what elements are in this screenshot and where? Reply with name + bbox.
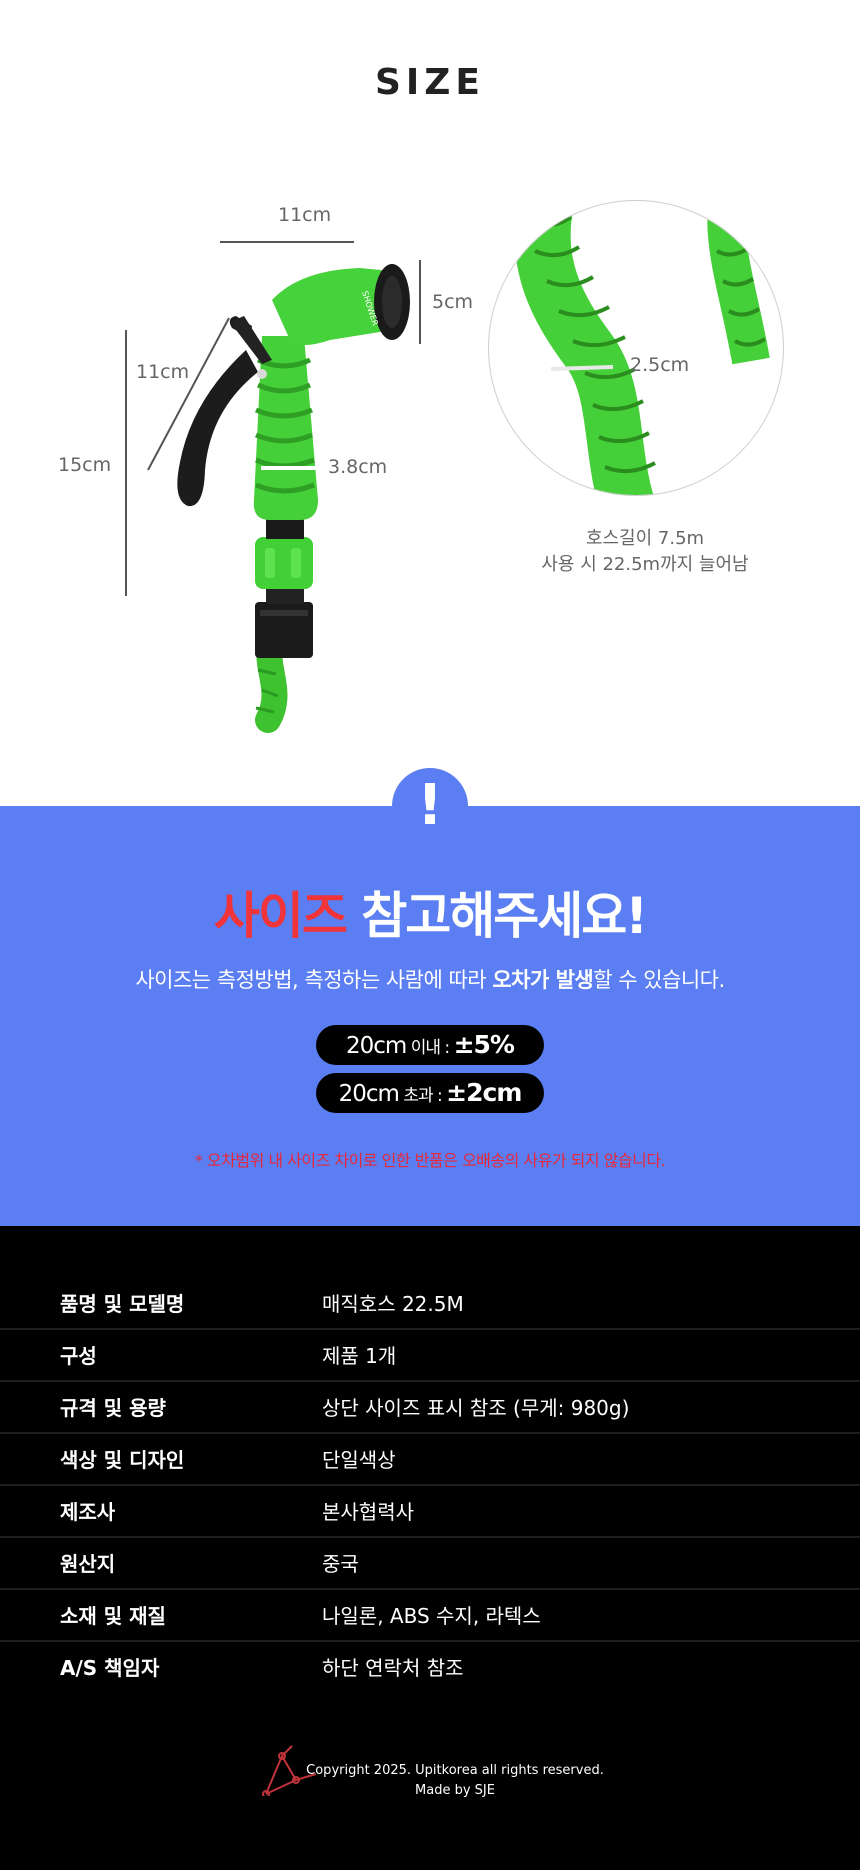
- product-spec-table: 품명 및 모델명 매직호스 22.5M 구성 제품 1개 규격 및 용량 상단 …: [0, 1278, 860, 1694]
- tolerance-size: 20cm: [346, 1033, 407, 1059]
- tolerance-cond: 초과 :: [398, 1086, 447, 1106]
- spec-label: 구성: [60, 1344, 97, 1368]
- dim-line-grip: [261, 466, 319, 470]
- spec-label: 품명 및 모델명: [60, 1292, 185, 1316]
- product-detail-page: SIZE SHOWER FLAT 11cm 5cm 11cm 15cm 3.8c…: [0, 0, 860, 1870]
- dim-label-total-height: 15cm: [58, 454, 112, 476]
- dim-label-grip: 3.8cm: [328, 456, 388, 478]
- notice-description: 사이즈는 측정방법, 측정하는 사람에 따라 오차가 발생할 수 있습니다.: [0, 964, 860, 994]
- table-row: 색상 및 디자인 단일색상: [0, 1434, 860, 1486]
- table-row: 규격 및 용량 상단 사이즈 표시 참조 (무게: 980g): [0, 1382, 860, 1434]
- spec-value: 상단 사이즈 표시 참조 (무게: 980g): [322, 1396, 630, 1420]
- hose-caption-line2: 사용 시 22.5m까지 늘어남: [541, 554, 749, 575]
- spec-label: 규격 및 용량: [60, 1396, 166, 1420]
- tolerance-value: ±5%: [453, 1030, 515, 1059]
- tolerance-value: ±2cm: [446, 1078, 522, 1107]
- dim-label-hose: 2.5cm: [630, 354, 690, 376]
- table-row: A/S 책임자 하단 연락처 참조: [0, 1642, 860, 1694]
- spec-value: 매직호스 22.5M: [322, 1292, 464, 1316]
- notice-headline: 사이즈 참고해주세요!: [0, 876, 860, 948]
- hose-closeup-image: [488, 200, 784, 496]
- spec-label: 원산지: [60, 1552, 116, 1576]
- tolerance-pill-within: 20cm 이내 : ±5%: [316, 1025, 544, 1065]
- spec-label: 색상 및 디자인: [60, 1448, 185, 1472]
- table-row: 제조사 본사협력사: [0, 1486, 860, 1538]
- hose-length-caption: 호스길이 7.5m 사용 시 22.5m까지 늘어남: [520, 526, 770, 578]
- notice-headline-red: 사이즈: [213, 887, 348, 945]
- notice-desc-suffix: 할 수 있습니다.: [593, 968, 725, 992]
- spec-value: 나일론, ABS 수지, 라텍스: [322, 1604, 541, 1628]
- spec-label: A/S 책임자: [60, 1656, 160, 1680]
- tolerance-pill-over: 20cm 초과 : ±2cm: [316, 1073, 544, 1113]
- spec-value: 제품 1개: [322, 1344, 397, 1368]
- spec-label: 제조사: [60, 1500, 116, 1524]
- copyright-text: Copyright 2025. Upitkorea all rights res…: [306, 1763, 604, 1778]
- notice-desc-bold: 오차가 발생: [492, 968, 594, 992]
- made-by-text: Made by SJE: [415, 1783, 495, 1798]
- size-section: SIZE SHOWER FLAT 11cm 5cm 11cm 15cm 3.8c…: [0, 0, 860, 806]
- footer-copyright: Copyright 2025. Upitkorea all rights res…: [300, 1761, 610, 1801]
- dim-line-total-height: [125, 330, 127, 596]
- spec-value: 본사협력사: [322, 1500, 414, 1524]
- tolerance-cond: 이내 :: [406, 1038, 454, 1058]
- table-row: 품명 및 모델명 매직호스 22.5M: [0, 1278, 860, 1330]
- notice-desc-prefix: 사이즈는 측정방법, 측정하는 사람에 따라: [135, 968, 493, 992]
- spec-value: 중국: [322, 1552, 359, 1576]
- spec-label: 소재 및 재질: [60, 1604, 166, 1628]
- table-row: 원산지 중국: [0, 1538, 860, 1590]
- hose-caption-line1: 호스길이 7.5m: [585, 528, 705, 549]
- table-row: 구성 제품 1개: [0, 1330, 860, 1382]
- return-policy-warning: * 오차범위 내 사이즈 차이로 인한 반품은 오배송의 사유가 되지 않습니다…: [194, 1151, 666, 1170]
- spec-value: 단일색상: [322, 1448, 396, 1472]
- dim-label-handle: 11cm: [136, 361, 190, 383]
- spec-value: 하단 연락처 참조: [322, 1656, 464, 1680]
- tolerance-size: 20cm: [338, 1081, 400, 1107]
- table-row: 소재 및 재질 나일론, ABS 수지, 라텍스: [0, 1590, 860, 1642]
- notice-headline-white: 참고해주세요!: [345, 887, 648, 945]
- exclamation-icon: !: [417, 773, 443, 838]
